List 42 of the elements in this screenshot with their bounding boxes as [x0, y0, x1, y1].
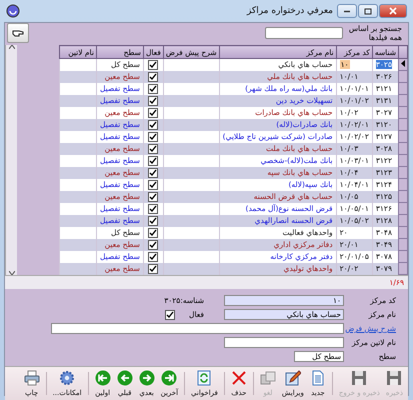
scroll-down-icon[interactable] [8, 271, 14, 275]
maximize-icon [364, 8, 372, 14]
document-icon [310, 370, 326, 386]
row-pointer-icon [401, 60, 405, 67]
checkbox[interactable] [148, 204, 158, 214]
checkbox[interactable] [148, 144, 158, 154]
checkbox[interactable] [148, 96, 158, 106]
close-icon [389, 7, 397, 15]
checkbox[interactable] [148, 180, 158, 190]
printer-icon [24, 370, 40, 386]
checkbox[interactable] [148, 72, 158, 82]
search-button[interactable] [7, 23, 29, 43]
refresh-icon [196, 370, 212, 386]
checkbox[interactable] [148, 168, 158, 178]
checkbox[interactable] [148, 156, 158, 166]
checkbox[interactable] [148, 120, 158, 130]
window-title: معرفي درختواره مراكز [246, 6, 333, 16]
minimize-icon [343, 10, 351, 12]
app-icon [6, 4, 20, 18]
checkbox[interactable] [148, 252, 158, 262]
delete-icon [230, 370, 247, 386]
checkbox[interactable] [148, 228, 158, 238]
checkbox[interactable] [148, 192, 158, 202]
checkbox[interactable] [148, 240, 158, 250]
document-stack-icon [260, 370, 276, 386]
active-checkbox[interactable] [165, 310, 176, 320]
checkbox[interactable] [148, 216, 158, 226]
minimize-button[interactable] [337, 4, 357, 18]
latin-name-field[interactable] [224, 337, 344, 348]
gear-icon [59, 370, 76, 386]
close-button[interactable] [379, 4, 407, 18]
checkbox[interactable] [148, 108, 158, 118]
checkbox[interactable] [148, 132, 158, 142]
checkbox[interactable] [148, 60, 158, 70]
pencil-icon [284, 370, 301, 386]
pointing-hand-icon [12, 29, 24, 37]
checkbox[interactable] [148, 264, 158, 274]
maximize-button[interactable] [358, 4, 378, 18]
description-field[interactable] [51, 323, 344, 334]
search-field[interactable] [264, 27, 343, 39]
checkbox[interactable] [148, 84, 158, 94]
scroll-up-icon[interactable] [8, 45, 14, 49]
